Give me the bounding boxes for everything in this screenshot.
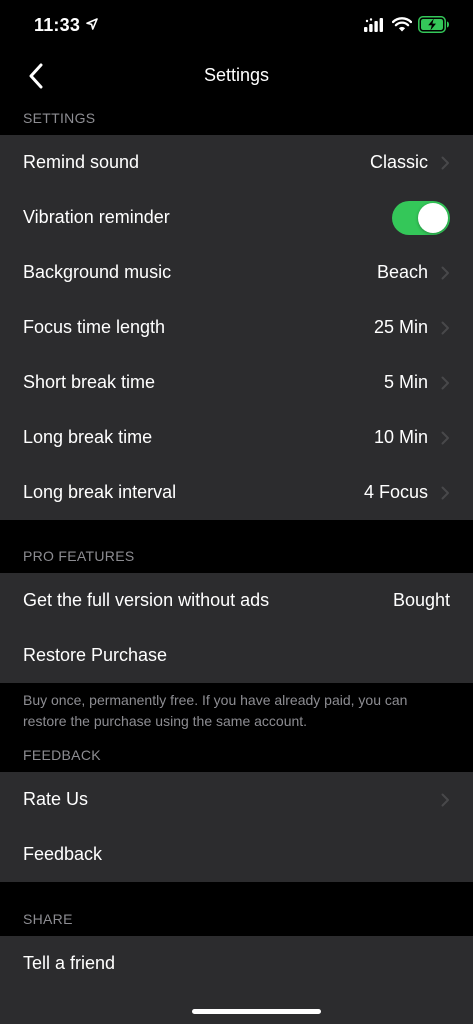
vibration-toggle[interactable] (392, 200, 450, 235)
chevron-right-icon (441, 321, 449, 334)
row-label: Background music (23, 262, 172, 282)
row-value: 5 Min (383, 372, 428, 392)
section-header-feedback: FEEDBACK (23, 747, 101, 763)
section-header-pro-features: PRO FEATURES (23, 548, 135, 564)
row-label: Get the full version without ads (23, 590, 270, 610)
row-value: Classic (369, 152, 428, 172)
row-restore-purchase[interactable]: Restore Purchase (0, 628, 473, 683)
row-label: Focus time length (23, 317, 166, 337)
row-background-music[interactable]: Background music Beach (0, 245, 473, 300)
page-title: Settings (203, 65, 270, 85)
section-header-share: SHARE (23, 911, 73, 927)
row-label: Remind sound (23, 152, 140, 172)
cellular-signal-icon (364, 18, 383, 32)
row-label: Tell a friend (23, 953, 116, 973)
pro-features-footnote: Buy once, permanently free. If you have … (23, 692, 408, 729)
navigation-bar: Settings (0, 52, 473, 100)
row-value: 10 Min (373, 427, 428, 447)
row-value: 4 Focus (363, 482, 428, 502)
feedback-group: Rate Us Feedback (0, 772, 473, 882)
row-long-break-time[interactable]: Long break time 10 Min (0, 410, 473, 465)
home-indicator[interactable] (192, 1009, 321, 1014)
wifi-icon (392, 17, 412, 32)
row-tell-a-friend[interactable]: Tell a friend (0, 936, 473, 991)
row-label: Rate Us (23, 789, 89, 809)
row-label: Vibration reminder (23, 207, 170, 227)
chevron-right-icon (441, 266, 449, 279)
purchase-status: Bought (392, 590, 450, 610)
row-short-break-time[interactable]: Short break time 5 Min (0, 355, 473, 410)
chevron-right-icon (441, 431, 449, 444)
row-rate-us[interactable]: Rate Us (0, 772, 473, 827)
section-header-settings: SETTINGS (23, 110, 96, 126)
status-time: 11:33 (34, 15, 81, 35)
pro-features-group: Get the full version without ads Bought … (0, 573, 473, 683)
toggle-knob (418, 202, 448, 233)
chevron-right-icon (441, 486, 449, 499)
battery-charging-icon (418, 16, 449, 33)
row-label: Restore Purchase (23, 645, 168, 665)
settings-group: Remind sound Classic Vibration reminder … (0, 135, 473, 520)
row-label: Long break time (23, 427, 153, 447)
chevron-right-icon (441, 793, 449, 806)
row-value: Beach (376, 262, 428, 282)
status-bar: 11:33 (0, 0, 473, 50)
row-full-version[interactable]: Get the full version without ads Bought (0, 573, 473, 628)
row-value: 25 Min (373, 317, 428, 337)
row-vibration-reminder: Vibration reminder (0, 190, 473, 245)
row-focus-time-length[interactable]: Focus time length 25 Min (0, 300, 473, 355)
row-label: Short break time (23, 372, 156, 392)
row-label: Feedback (23, 844, 103, 864)
row-label: Long break interval (23, 482, 177, 502)
chevron-right-icon (441, 156, 449, 169)
chevron-right-icon (441, 376, 449, 389)
row-long-break-interval[interactable]: Long break interval 4 Focus (0, 465, 473, 520)
row-feedback[interactable]: Feedback (0, 827, 473, 882)
row-remind-sound[interactable]: Remind sound Classic (0, 135, 473, 190)
location-arrow-icon (86, 18, 98, 30)
